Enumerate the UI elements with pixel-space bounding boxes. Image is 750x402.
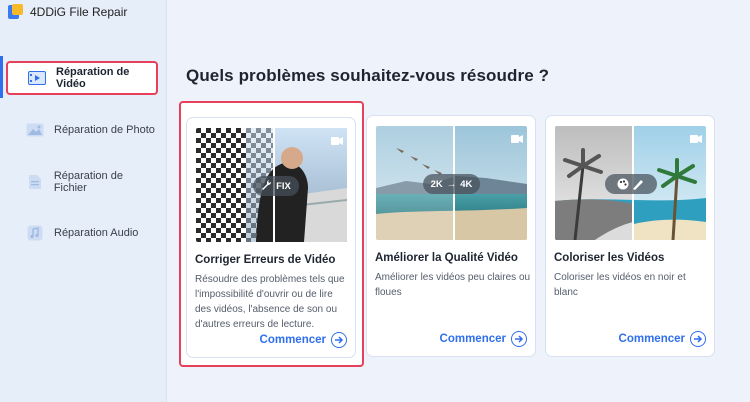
fix-badge: FIX [253,176,299,196]
arrow-right-icon [511,331,527,347]
sidebar-item-label: Réparation de Fichier [53,170,123,194]
card-title: Améliorer la Qualité Vidéo [375,252,518,264]
colorize-video-thumbnail [555,126,706,240]
card-description: Résoudre des problèmes tels que l'imposs… [195,274,345,330]
audio-repair-icon [26,225,44,241]
video-camera-icon [331,132,343,145]
wrench-icon [261,179,272,193]
active-indicator [0,56,3,98]
start-button[interactable]: Commencer [260,332,347,348]
arrow-right-icon [690,331,706,347]
page-title: Quels problèmes souhaitez-vous résoudre … [186,66,550,85]
video-camera-icon [511,130,523,143]
arrow-right-icon: → [446,178,457,190]
start-button[interactable]: Commencer [619,331,706,347]
photo-repair-icon [26,123,44,138]
palette-brush-icon [604,174,657,194]
card-title: Coloriser les Vidéos [554,252,665,264]
card-description: Améliorer les vidéos peu claires ou flou… [375,272,531,298]
sidebar-item-file-repair[interactable]: Réparation de Fichier [6,165,158,199]
arrow-right-icon [331,332,347,348]
fix-video-thumbnail: FIX [196,128,347,242]
start-button[interactable]: Commencer [440,331,527,347]
sidebar-item-photo-repair[interactable]: Réparation de Photo [6,113,158,147]
sidebar: 4DDiG File Repair Réparation de Vidéo Ré… [0,0,167,402]
card-enhance-video-quality[interactable]: 2K → 4K Améliorer la Qualité Vidéo Améli… [366,115,536,357]
card-description: Coloriser les vidéos en noir et blanc [554,272,686,298]
card-title: Corriger Erreurs de Vidéo [195,254,336,266]
app-logo-icon [8,4,23,20]
enhance-video-thumbnail: 2K → 4K [376,126,527,240]
resolution-badge: 2K → 4K [422,174,481,194]
sidebar-item-label: Réparation Audio [54,227,139,239]
sidebar-item-video-repair[interactable]: Réparation de Vidéo [6,61,158,95]
card-inner: FIX Corriger Erreurs de Vidéo Résoudre d… [186,117,356,358]
video-camera-icon [690,130,702,143]
video-repair-icon [28,71,46,86]
sidebar-item-audio-repair[interactable]: Réparation Audio [6,216,158,250]
sidebar-item-label: Réparation de Vidéo [56,66,130,90]
card-fix-video-errors[interactable]: FIX Corriger Erreurs de Vidéo Résoudre d… [179,101,364,367]
app-title-bar: 4DDiG File Repair [8,4,127,20]
file-repair-icon [26,175,44,190]
sidebar-item-label: Réparation de Photo [54,124,155,136]
card-colorize-videos[interactable]: Coloriser les Vidéos Coloriser les vidéo… [545,115,715,357]
app-title: 4DDiG File Repair [30,5,128,19]
